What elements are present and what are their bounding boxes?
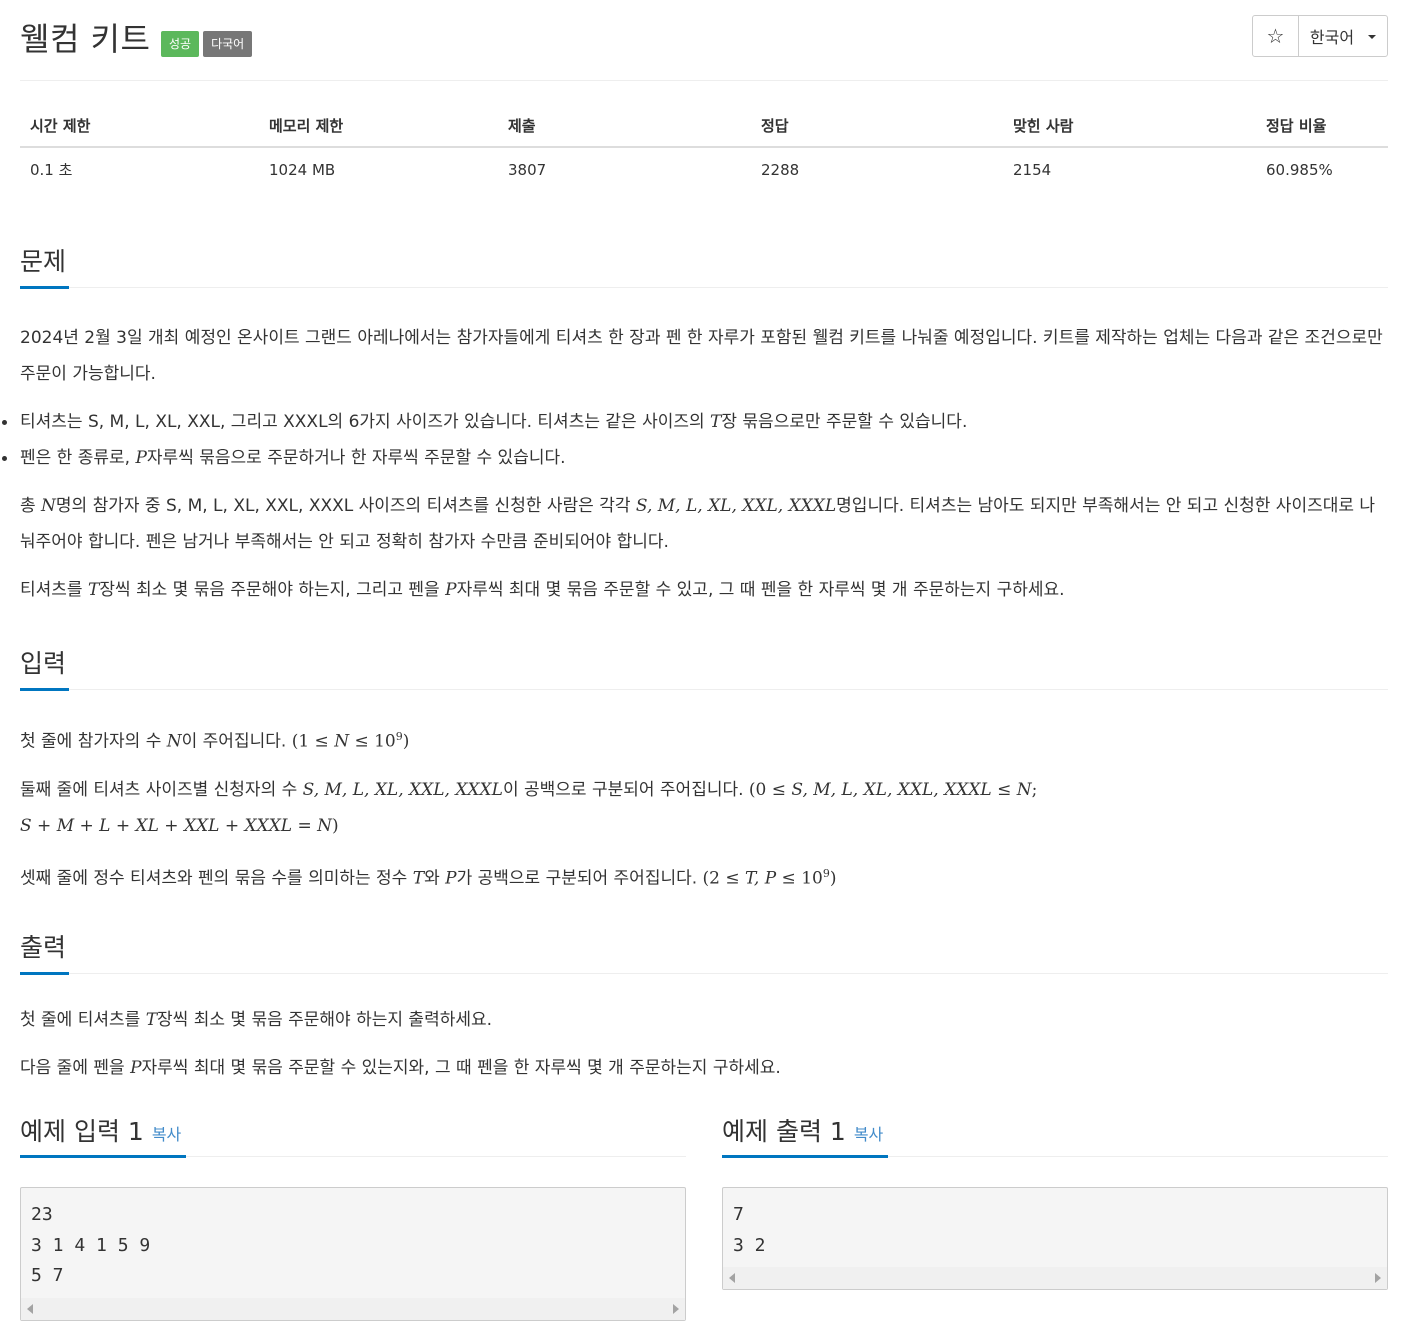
title-row: 웰컴 키트 성공 다국어 ☆ 한국어	[20, 0, 1388, 81]
sample-output-block: 예제 출력 1 복사 7 3 2	[722, 1108, 1388, 1321]
time-limit-cell: 0.1 초	[30, 161, 73, 179]
star-button[interactable]: ☆	[1253, 16, 1299, 56]
list-item: 티셔츠는 S, M, L, XL, XXL, 그리고 XXXL의 6가지 사이즈…	[2, 404, 1388, 440]
examples-row: 예제 입력 1 복사 23 3 1 4 1 5 9 5 7 예제 출력 1 복사 7…	[20, 1108, 1388, 1321]
sample-input-header: 예제 입력 1 복사	[20, 1108, 686, 1159]
output-line-2: 다음 줄에 펜을 P자루씩 최대 몇 묶음 주문할 수 있는지와, 그 때 펜을…	[20, 1058, 781, 1079]
heading-underline	[20, 972, 69, 976]
language-dropdown[interactable]: 한국어	[1299, 16, 1387, 56]
input-heading: 입력	[20, 649, 67, 678]
column-header: 제출	[498, 103, 751, 148]
accepted-cell: 2288	[761, 160, 800, 179]
output-line-1: 첫 줄에 티셔츠를 T장씩 최소 몇 묶음 주문해야 하는지 출력하세요.	[20, 1010, 493, 1031]
title-actions: ☆ 한국어	[1252, 15, 1388, 57]
heading-underline	[20, 688, 69, 691]
submissions-cell: 3807	[508, 160, 547, 179]
ratio-cell: 60.985%	[1266, 160, 1333, 179]
problem-paragraph: 총 N명의 참가자 중 S, M, L, XL, XXL, XXXL 사이즈의 …	[20, 496, 1376, 552]
memory-limit-cell: 1024 MB	[269, 160, 336, 179]
problem-heading: 문제	[20, 247, 67, 276]
language-label: 한국어	[1309, 28, 1355, 47]
column-header: 정답	[751, 103, 1003, 148]
output-heading: 출력	[20, 933, 67, 963]
badges: 성공 다국어	[161, 31, 253, 57]
solvers-cell: 2154	[1013, 160, 1052, 179]
table-header-row: 시간 제한 메모리 제한 제출 정답 맞힌 사람 정답 비율	[20, 103, 1388, 148]
problem-title: 웰컴 키트	[20, 20, 151, 58]
problem-page: 웰컴 키트 성공 다국어 ☆ 한국어 시간 제한 메모리 제한 제출 정답 맞힌…	[2, 0, 1388, 1321]
heading-underline	[722, 1155, 888, 1159]
list-item: 펜은 한 종류로, P자루씩 묶음으로 주문하거나 한 자루씩 주문할 수 있습…	[2, 440, 1388, 476]
problem-paragraph: 2024년 2월 3일 개최 예정인 온사이트 그랜드 아레나에서는 참가자들에…	[20, 328, 1383, 384]
output-body: 첫 줄에 티셔츠를 T장씩 최소 몇 묶음 주문해야 하는지 출력하세요. 다음…	[20, 1002, 1388, 1086]
sample-output-title: 예제 출력 1	[722, 1117, 846, 1147]
caret-down-icon	[1368, 35, 1377, 39]
star-icon: ☆	[1266, 24, 1285, 48]
multilang-badge[interactable]: 다국어	[203, 31, 253, 57]
problem-paragraph: 티셔츠를 T장씩 최소 몇 묶음 주문해야 하는지, 그리고 펜을 P자루씩 최…	[20, 580, 1065, 600]
sample-input-text: 23 3 1 4 1 5 9 5 7	[31, 1204, 151, 1287]
scroll-right-icon[interactable]	[1375, 1273, 1381, 1284]
output-section-header: 출력	[20, 908, 1388, 976]
column-header: 시간 제한	[20, 103, 259, 148]
scroll-left-icon[interactable]	[729, 1273, 735, 1284]
input-body: 첫 줄에 참가자의 수 N이 주어집니다. (1 ≤ N ≤ 109) 둘째 줄…	[20, 719, 1388, 896]
column-header: 메모리 제한	[259, 103, 498, 148]
input-line-3: 셋째 줄에 정수 티셔츠와 펜의 묶음 수를 의미하는 정수 T와 P가 공백으…	[20, 866, 837, 889]
sample-output-box[interactable]: 7 3 2	[722, 1187, 1388, 1291]
conditions-list: 티셔츠는 S, M, L, XL, XXL, 그리고 XXXL의 6가지 사이즈…	[2, 404, 1388, 476]
copy-output-link[interactable]: 복사	[854, 1125, 883, 1144]
copy-input-link[interactable]: 복사	[152, 1125, 181, 1144]
sample-output-text: 7 3 2	[733, 1204, 766, 1256]
scroll-right-icon[interactable]	[673, 1303, 679, 1314]
column-header: 맞힌 사람	[1003, 103, 1256, 148]
heading-underline	[20, 286, 69, 289]
horizontal-scrollbar[interactable]	[723, 1267, 1387, 1290]
input-line-1: 첫 줄에 참가자의 수 N이 주어집니다. (1 ≤ N ≤ 109)	[20, 730, 410, 752]
problem-body: 2024년 2월 3일 개최 예정인 온사이트 그랜드 아레나에서는 참가자들에…	[2, 320, 1388, 608]
sample-input-block: 예제 입력 1 복사 23 3 1 4 1 5 9 5 7	[20, 1108, 686, 1321]
table-row: 0.1 초 1024 MB 3807 2288 2154 60.985%	[20, 147, 1388, 192]
horizontal-scrollbar[interactable]	[21, 1297, 685, 1320]
heading-underline	[20, 1155, 186, 1159]
success-badge[interactable]: 성공	[161, 31, 200, 57]
problem-info-table: 시간 제한 메모리 제한 제출 정답 맞힌 사람 정답 비율 0.1 초 102…	[20, 103, 1388, 192]
sample-output-header: 예제 출력 1 복사	[722, 1108, 1388, 1159]
sample-input-title: 예제 입력 1	[20, 1117, 144, 1147]
problem-section-header: 문제	[20, 222, 1388, 289]
input-line-2: 둘째 줄에 티셔츠 사이즈별 신청자의 수 S, M, L, XL, XXL, …	[20, 779, 1038, 836]
input-section-header: 입력	[20, 624, 1388, 691]
scroll-left-icon[interactable]	[27, 1303, 33, 1314]
sample-input-box[interactable]: 23 3 1 4 1 5 9 5 7	[20, 1187, 686, 1321]
column-header: 정답 비율	[1256, 103, 1388, 148]
